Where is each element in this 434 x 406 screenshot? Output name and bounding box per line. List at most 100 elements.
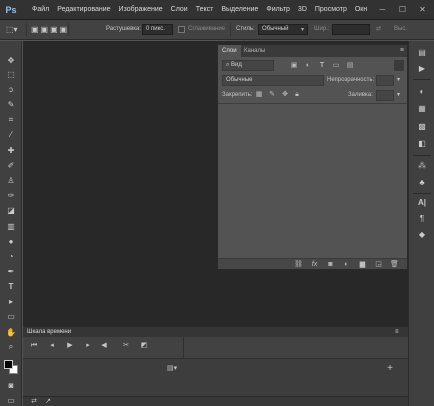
adjustment-filter-icon[interactable]: ◐ (304, 61, 312, 70)
layers-panel-tabs: Слои Каналы ≡ (218, 45, 407, 57)
glyphs-panel-icon[interactable]: ◆ (415, 229, 429, 241)
smart-object-filter-icon[interactable]: ▤ (346, 61, 354, 70)
add-media-icon[interactable]: + (385, 364, 395, 374)
layers-list[interactable] (218, 103, 407, 261)
transition-icon[interactable]: ◩ (139, 341, 149, 351)
chevron-down-icon[interactable]: ▾ (397, 91, 400, 98)
chevron-down-icon[interactable]: ▾ (397, 76, 400, 83)
dodge-tool-icon[interactable]: ◔ (4, 251, 18, 263)
options-separator (26, 23, 27, 36)
swap-icon[interactable]: ⇄ (376, 20, 381, 39)
eraser-tool-icon[interactable]: ◪ (4, 205, 18, 217)
style-label: Стиль: (236, 26, 255, 32)
layer-filter-select[interactable]: ⌕ Вид (222, 60, 274, 71)
new-group-icon[interactable]: ▆ (358, 260, 367, 269)
menu-bar: Ps Файл Редактирование Изображение Слои … (0, 0, 434, 20)
quick-selection-tool-icon[interactable]: ✎ (4, 99, 18, 111)
minimize-button[interactable]: ─ (376, 3, 389, 16)
rectangle-tool-icon[interactable]: ▭ (4, 311, 18, 323)
lock-pixels-icon[interactable]: ✎ (268, 90, 276, 99)
character-panel-icon[interactable]: A| (415, 197, 429, 209)
history-panel-icon[interactable]: ▤ (415, 47, 429, 59)
play-icon[interactable]: ▶ (65, 341, 75, 351)
lock-position-icon[interactable]: ✥ (281, 90, 289, 99)
width-input[interactable] (332, 24, 370, 35)
type-tool-icon[interactable]: T (4, 281, 18, 293)
dock-separator (413, 155, 431, 156)
clone-stamp-tool-icon[interactable]: ♙ (4, 175, 18, 187)
lock-transparency-icon[interactable]: ▦ (255, 90, 263, 99)
blur-tool-icon[interactable]: ● (4, 236, 18, 248)
brush-presets-panel-icon[interactable]: ⁂ (415, 160, 429, 172)
crop-tool-icon[interactable]: ⌗ (4, 114, 18, 126)
quick-mask-icon[interactable]: ◙ (4, 380, 18, 392)
convert-icon[interactable]: ⇄ (29, 397, 39, 406)
tab-channels[interactable]: Каналы (240, 45, 269, 57)
adjustments-panel-icon[interactable]: ◐ (415, 86, 429, 98)
foreground-color-swatch[interactable] (4, 360, 13, 369)
blend-mode-select[interactable]: Обычные (222, 75, 324, 86)
gradient-tool-icon[interactable]: ▥ (4, 221, 18, 233)
menu-layers[interactable]: Слои (167, 0, 192, 20)
split-scissors-icon[interactable]: ✂ (121, 341, 131, 351)
paragraph-panel-icon[interactable]: ¶ (415, 213, 429, 225)
close-button[interactable]: ✕ (416, 3, 429, 16)
first-frame-icon[interactable]: ⏮ (29, 341, 39, 351)
maximize-button[interactable]: ☐ (396, 3, 409, 16)
type-filter-icon[interactable]: T (318, 61, 326, 70)
history-brush-tool-icon[interactable]: ✑ (4, 190, 18, 202)
antialias-checkbox[interactable] (178, 26, 185, 33)
screen-mode-icon[interactable]: ▭ (4, 395, 18, 406)
layer-mask-icon[interactable]: ◙ (326, 260, 335, 269)
lock-label: Закрепить: (222, 92, 253, 98)
menu-view[interactable]: Просмотр (311, 0, 351, 20)
selection-mode-icons[interactable]: ▣▣▣▣ (31, 20, 69, 39)
tab-layers[interactable]: Слои (218, 45, 241, 57)
feather-input[interactable]: 0 пикс. (142, 24, 173, 35)
timeline-header: Шкала времени ≡ (23, 327, 408, 337)
adjustment-layer-icon[interactable]: ◐ (342, 260, 351, 269)
options-separator (68, 23, 69, 36)
path-selection-tool-icon[interactable]: ▸ (4, 296, 18, 308)
menu-3d[interactable]: 3D (294, 0, 311, 20)
film-strip-icon[interactable]: ▤▾ (167, 364, 177, 374)
link-layers-icon[interactable]: ⛓ (294, 260, 303, 269)
styles-panel-icon[interactable]: ◧ (415, 138, 429, 150)
shape-filter-icon[interactable]: ▭ (332, 61, 340, 70)
panel-menu-icon[interactable]: ≡ (400, 45, 404, 57)
color-panel-icon[interactable]: ▦ (415, 103, 429, 115)
marquee-tool-icon[interactable]: ⬚ (4, 69, 18, 81)
pixel-filter-icon[interactable]: ▣ (290, 61, 298, 70)
pen-tool-icon[interactable]: ✒ (4, 266, 18, 278)
new-layer-icon[interactable]: ◲ (374, 260, 383, 269)
menu-select[interactable]: Выделение (217, 0, 262, 20)
marquee-preset-icon[interactable]: ⬚▾ (6, 20, 18, 39)
swatches-panel-icon[interactable]: ▩ (415, 121, 429, 133)
menu-edit[interactable]: Редактирование (53, 0, 114, 20)
actions-panel-icon[interactable]: ▶ (415, 63, 429, 75)
zoom-tool-icon[interactable]: ⌕ (4, 341, 18, 353)
filter-toggle[interactable] (394, 60, 404, 71)
clone-source-panel-icon[interactable]: ♣ (415, 177, 429, 189)
delete-layer-icon[interactable]: 🗑︎ (390, 260, 399, 269)
menu-filter[interactable]: Фильтр (262, 0, 294, 20)
hand-tool-icon[interactable]: ✋ (4, 327, 18, 339)
panel-menu-icon[interactable]: ≡ (395, 327, 399, 337)
move-tool-icon[interactable]: ✥ (4, 55, 18, 67)
layer-style-icon[interactable]: fx (310, 260, 319, 269)
healing-brush-tool-icon[interactable]: ✚ (4, 145, 18, 157)
menu-window[interactable]: Окн (351, 0, 371, 20)
eyedropper-tool-icon[interactable]: ⁄ (4, 129, 18, 141)
menu-image[interactable]: Изображение (115, 0, 167, 20)
fill-input[interactable] (376, 90, 394, 101)
audio-icon[interactable]: ◀ (99, 341, 109, 351)
opacity-input[interactable] (376, 75, 394, 86)
lasso-tool-icon[interactable]: ↄ (4, 84, 18, 96)
lock-all-icon[interactable]: 🔒︎ (293, 90, 301, 99)
previous-frame-icon[interactable]: ◂ (47, 341, 57, 351)
next-frame-icon[interactable]: ▸ (83, 341, 93, 351)
menu-type[interactable]: Текст (192, 0, 218, 20)
brush-tool-icon[interactable]: ✐ (4, 160, 18, 172)
menu-file[interactable]: Файл (28, 0, 53, 20)
render-icon[interactable]: ↗ (43, 397, 53, 406)
